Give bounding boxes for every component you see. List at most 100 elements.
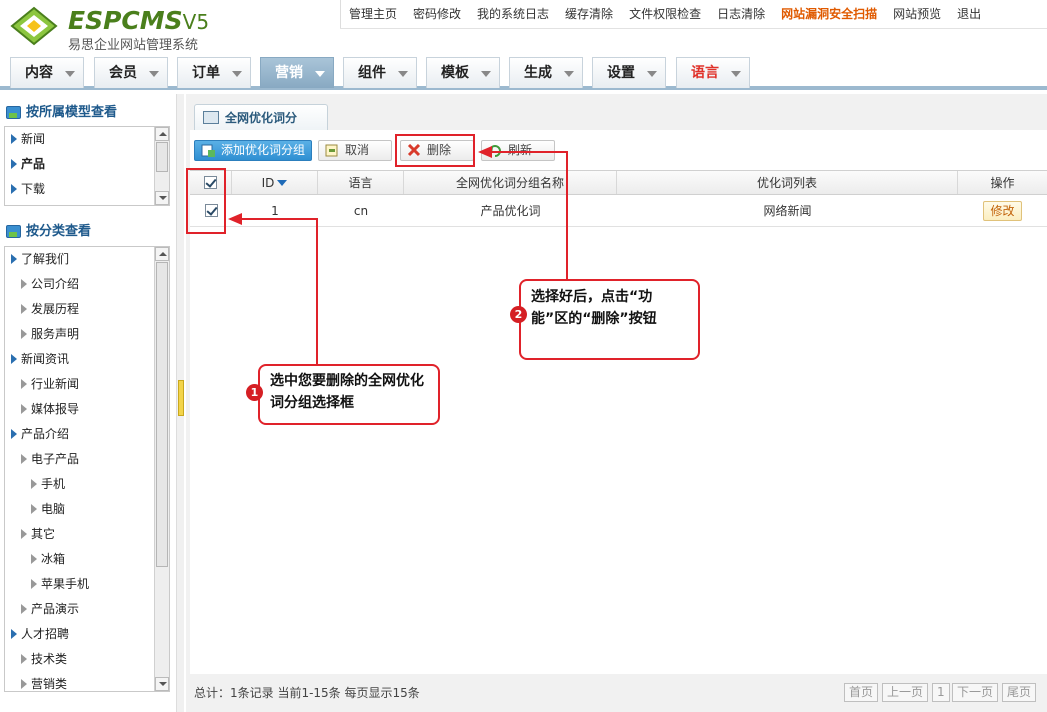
row-group-name: 产品优化词 [480, 204, 541, 218]
chevron-down-icon [731, 71, 741, 77]
header-language: 语言 [318, 171, 404, 194]
tree-arrow-icon [21, 404, 27, 414]
category-tree-label: 服务声明 [31, 327, 80, 341]
tree-arrow-icon [21, 679, 27, 689]
category-tree-item[interactable]: 发展历程 [21, 301, 79, 317]
category-tree-item[interactable]: 新闻资讯 [11, 351, 69, 367]
topnav-link[interactable]: 日志清除 [709, 0, 773, 28]
main-tab[interactable]: 组件 [343, 57, 417, 88]
page-number[interactable]: 1 [932, 683, 950, 702]
category-tree-label: 产品演示 [31, 602, 80, 616]
scroll-thumb[interactable] [156, 262, 168, 567]
last-page-button[interactable]: 尾页 [1002, 683, 1037, 702]
prev-page-button[interactable]: 上一页 [882, 683, 929, 702]
model-list: 新闻 产品 下载 [4, 126, 170, 206]
step1-callout: 选中您要删除的全网优化词分组选择框 [258, 364, 440, 425]
tree-arrow-icon [31, 479, 37, 489]
topnav-link[interactable]: 退出 [949, 0, 989, 28]
category-tree-label: 新闻资讯 [21, 352, 70, 366]
delete-highlight-box [395, 134, 475, 167]
first-page-button[interactable]: 首页 [844, 683, 879, 702]
category-tree-item[interactable]: 行业新闻 [21, 376, 79, 392]
topnav-link[interactable]: 网站预览 [885, 0, 949, 28]
tree-arrow-icon [11, 629, 17, 639]
panel-tab[interactable]: 全网优化词分 [194, 104, 328, 131]
category-tree-item[interactable]: 营销类 [21, 676, 68, 691]
edit-button[interactable]: 修改 [983, 201, 1022, 221]
main-tab[interactable]: 设置 [592, 57, 666, 88]
category-tree-item[interactable]: 服务声明 [21, 326, 79, 342]
add-group-button[interactable]: 添加优化词分组 [194, 140, 312, 161]
main-tab[interactable]: 生成 [509, 57, 583, 88]
expand-arrow-icon [11, 159, 17, 169]
header-id[interactable]: ID [232, 171, 318, 194]
scroll-down-icon[interactable] [155, 677, 169, 691]
expand-arrow-icon [11, 184, 17, 194]
category-tree-item[interactable]: 产品演示 [21, 601, 79, 617]
category-tree-label: 营销类 [31, 677, 68, 691]
main-tab[interactable]: 语言 [676, 57, 750, 88]
main-tab-label: 内容 [25, 65, 53, 81]
scroll-down-icon[interactable] [155, 191, 169, 205]
main-tab[interactable]: 会员 [94, 57, 168, 88]
category-tree-item[interactable]: 技术类 [21, 651, 67, 667]
model-list-item[interactable]: 下载 [11, 181, 45, 197]
tree-arrow-icon [21, 604, 27, 614]
category-tree-scrollbar[interactable] [154, 247, 169, 691]
model-list-scrollbar[interactable] [154, 127, 169, 205]
tree-arrow-icon [11, 354, 17, 364]
category-tree-label: 公司介绍 [31, 277, 80, 291]
category-tree-item[interactable]: 了解我们 [11, 251, 69, 267]
main-tab-label: 组件 [358, 65, 386, 81]
category-tree-item[interactable]: 冰箱 [31, 551, 65, 567]
topnav-link[interactable]: 我的系统日志 [469, 0, 557, 28]
chevron-down-icon [647, 71, 657, 77]
topnav-link[interactable]: 缓存清除 [557, 0, 621, 28]
sidebar-splitter[interactable] [176, 94, 184, 712]
sort-desc-icon[interactable] [277, 180, 288, 186]
category-tree-item[interactable]: 其它 [21, 526, 55, 542]
table-header: ID 语言 全网优化词分组名称 优化词列表 操作 [190, 170, 1047, 195]
category-tree-label: 手机 [41, 477, 66, 491]
row-word-list: 网络新闻 [763, 204, 812, 218]
chevron-down-icon [398, 71, 408, 77]
main-tab-label: 订单 [192, 65, 220, 81]
category-tree-item[interactable]: 产品介绍 [11, 426, 69, 442]
category-tree-item[interactable]: 电脑 [31, 501, 65, 517]
tree-arrow-icon [21, 654, 27, 664]
topnav-link[interactable]: 网站漏洞安全扫描 [773, 0, 885, 28]
main-tab[interactable]: 订单 [177, 57, 251, 88]
collapse-handle-icon[interactable] [178, 380, 184, 416]
category-tree-item[interactable]: 电子产品 [21, 451, 79, 467]
topnav-link[interactable]: 管理主页 [341, 0, 405, 28]
category-tree-label: 冰箱 [41, 552, 66, 566]
cancel-button[interactable]: 取消 [318, 140, 392, 161]
category-tree-item[interactable]: 媒体报导 [21, 401, 79, 417]
chevron-down-icon [481, 71, 491, 77]
category-tree-label: 产品介绍 [21, 427, 70, 441]
scroll-up-icon[interactable] [155, 247, 169, 261]
scroll-up-icon[interactable] [155, 127, 169, 141]
category-tree-item[interactable]: 人才招聘 [11, 626, 69, 642]
model-list-item[interactable]: 新闻 [11, 131, 45, 147]
model-list-item[interactable]: 产品 [11, 156, 45, 172]
main-tab[interactable]: 模板 [426, 57, 500, 88]
tree-arrow-icon [21, 279, 27, 289]
record-summary: 总计：1条记录 当前1-15条 每页显示15条 [194, 686, 420, 700]
category-tree-label: 电子产品 [31, 452, 80, 466]
expand-arrow-icon [11, 134, 17, 144]
topnav-link[interactable]: 文件权限检查 [621, 0, 709, 28]
next-page-button[interactable]: 下一页 [952, 683, 999, 702]
toolbar: 添加优化词分组 取消 删除 刷新 [194, 134, 1047, 166]
scroll-thumb[interactable] [156, 142, 168, 172]
main-tab[interactable]: 营销 [260, 57, 334, 88]
row-language: cn [353, 204, 369, 218]
category-tree-item[interactable]: 苹果手机 [31, 576, 89, 592]
tree-arrow-icon [31, 579, 37, 589]
category-tree-item[interactable]: 公司介绍 [21, 276, 79, 292]
category-tree-item[interactable]: 手机 [31, 476, 65, 492]
main-tab[interactable]: 内容 [10, 57, 84, 88]
topnav-link[interactable]: 密码修改 [405, 0, 469, 28]
logo-mark-icon [10, 6, 58, 46]
step2-number: 2 [510, 306, 527, 323]
